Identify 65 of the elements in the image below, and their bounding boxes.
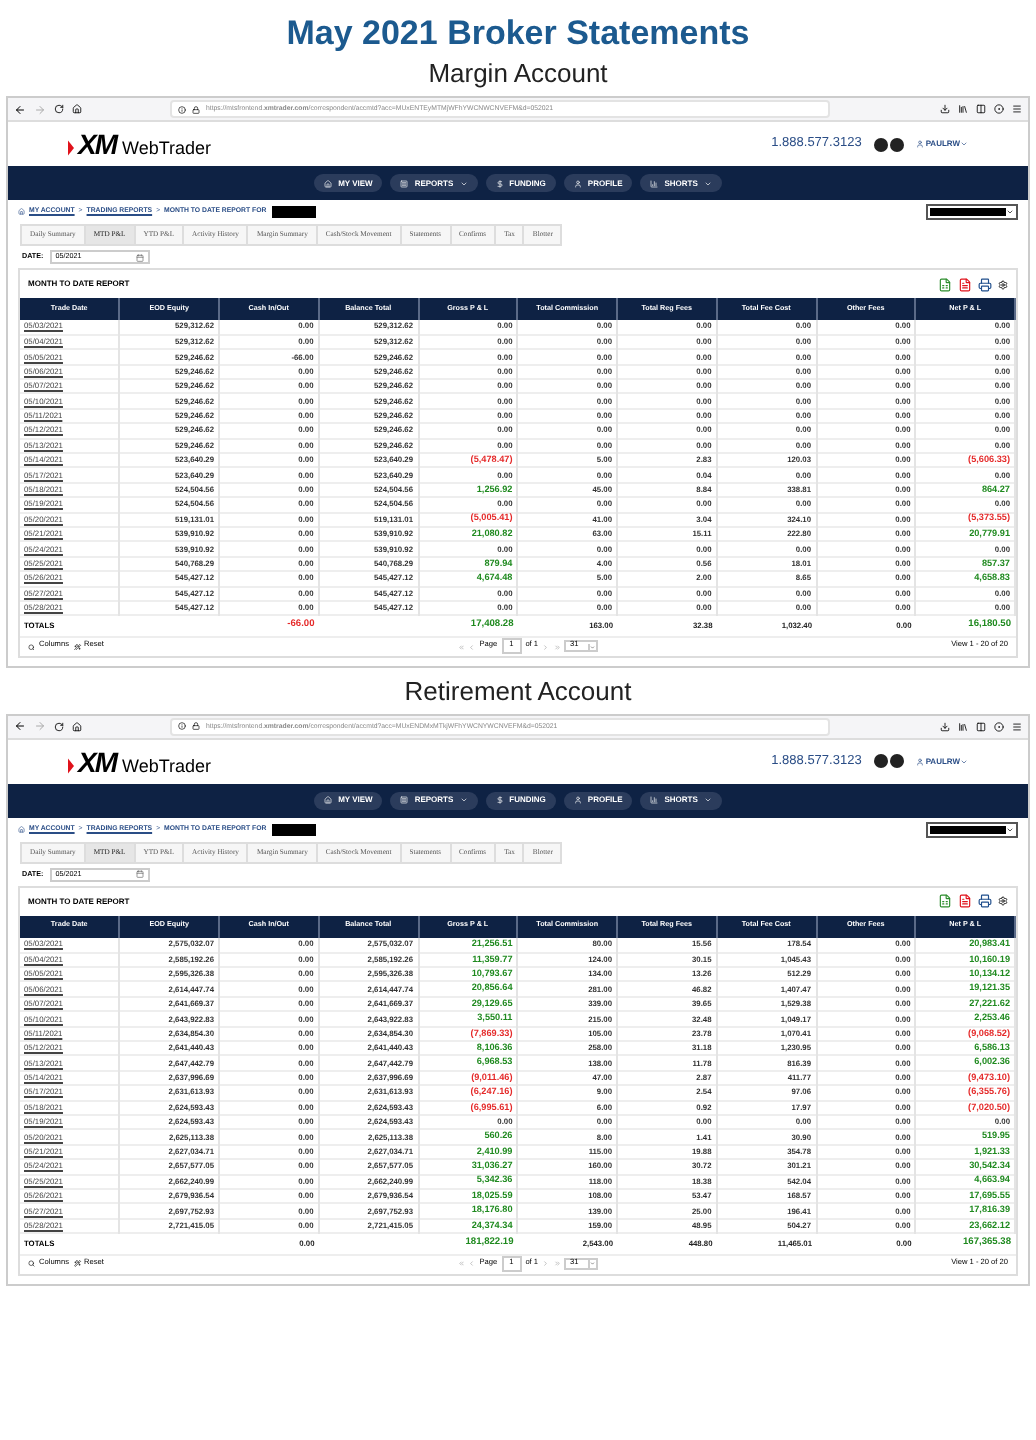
dot-icon[interactable] [994, 104, 1004, 114]
page-title: May 2021 Broker Statements [284, 12, 752, 50]
spreadsheet-icon[interactable] [938, 277, 952, 291]
home-icon [324, 796, 333, 805]
calendar-icon [135, 253, 144, 261]
wand-icon [74, 1260, 82, 1268]
reload-icon[interactable] [54, 721, 64, 732]
user-icon [915, 757, 924, 766]
redaction-box [272, 823, 317, 836]
print-icon[interactable] [978, 894, 992, 909]
redaction-box [930, 208, 1006, 216]
user-icon [573, 796, 582, 805]
report-icon [400, 179, 409, 187]
back-icon[interactable] [14, 720, 26, 733]
redaction-box [930, 825, 1006, 834]
sidebar-icon[interactable] [976, 721, 986, 732]
library-icon[interactable] [958, 104, 968, 114]
dot-icon[interactable] [994, 721, 1004, 732]
lock-icon [192, 722, 200, 731]
spreadsheet-icon[interactable] [938, 894, 952, 909]
logo-product: WebTrader [122, 757, 212, 776]
print-icon[interactable] [978, 277, 992, 291]
info-icon [178, 722, 186, 731]
chart-icon [650, 179, 659, 187]
home-icon[interactable] [72, 104, 82, 114]
reload-icon[interactable] [54, 104, 64, 114]
caret-icon [588, 643, 596, 651]
logo-mark: XM [78, 747, 116, 776]
download-icon[interactable] [940, 721, 950, 732]
user-icon [573, 179, 582, 187]
dollar-icon [495, 179, 504, 187]
lock-icon [192, 105, 200, 113]
settings-icon[interactable] [998, 279, 1008, 289]
search-icon [28, 1260, 35, 1268]
user-icon [915, 140, 924, 148]
back-icon[interactable] [14, 103, 26, 115]
home-icon [18, 826, 25, 834]
report-icon [400, 796, 409, 805]
account-heading: Margin Account [426, 56, 610, 92]
home-icon[interactable] [72, 721, 82, 732]
logo-mark: XM [78, 130, 116, 158]
caret-icon [588, 1260, 596, 1268]
dollar-icon [495, 796, 504, 805]
account-heading: Retirement Account [402, 673, 634, 710]
download-icon[interactable] [940, 104, 950, 114]
logo-mark-icon [68, 140, 74, 156]
library-icon[interactable] [958, 721, 968, 732]
menu-icon[interactable] [1012, 104, 1022, 114]
chart-icon [650, 796, 659, 805]
logo-mark-icon [68, 757, 74, 774]
pdf-icon[interactable] [958, 277, 972, 291]
logo-product: WebTrader [122, 140, 212, 158]
sidebar-icon[interactable] [976, 104, 986, 114]
account-select[interactable] [926, 204, 1018, 220]
redaction-box [272, 206, 317, 218]
account-select[interactable] [926, 821, 1018, 838]
home-icon [324, 179, 333, 187]
search-icon [28, 643, 35, 651]
home-icon [18, 208, 25, 216]
pdf-icon[interactable] [958, 894, 972, 909]
wand-icon [74, 643, 82, 651]
settings-icon[interactable] [998, 896, 1008, 907]
menu-icon[interactable] [1012, 721, 1022, 732]
info-icon [178, 105, 186, 113]
calendar-icon [135, 870, 144, 879]
